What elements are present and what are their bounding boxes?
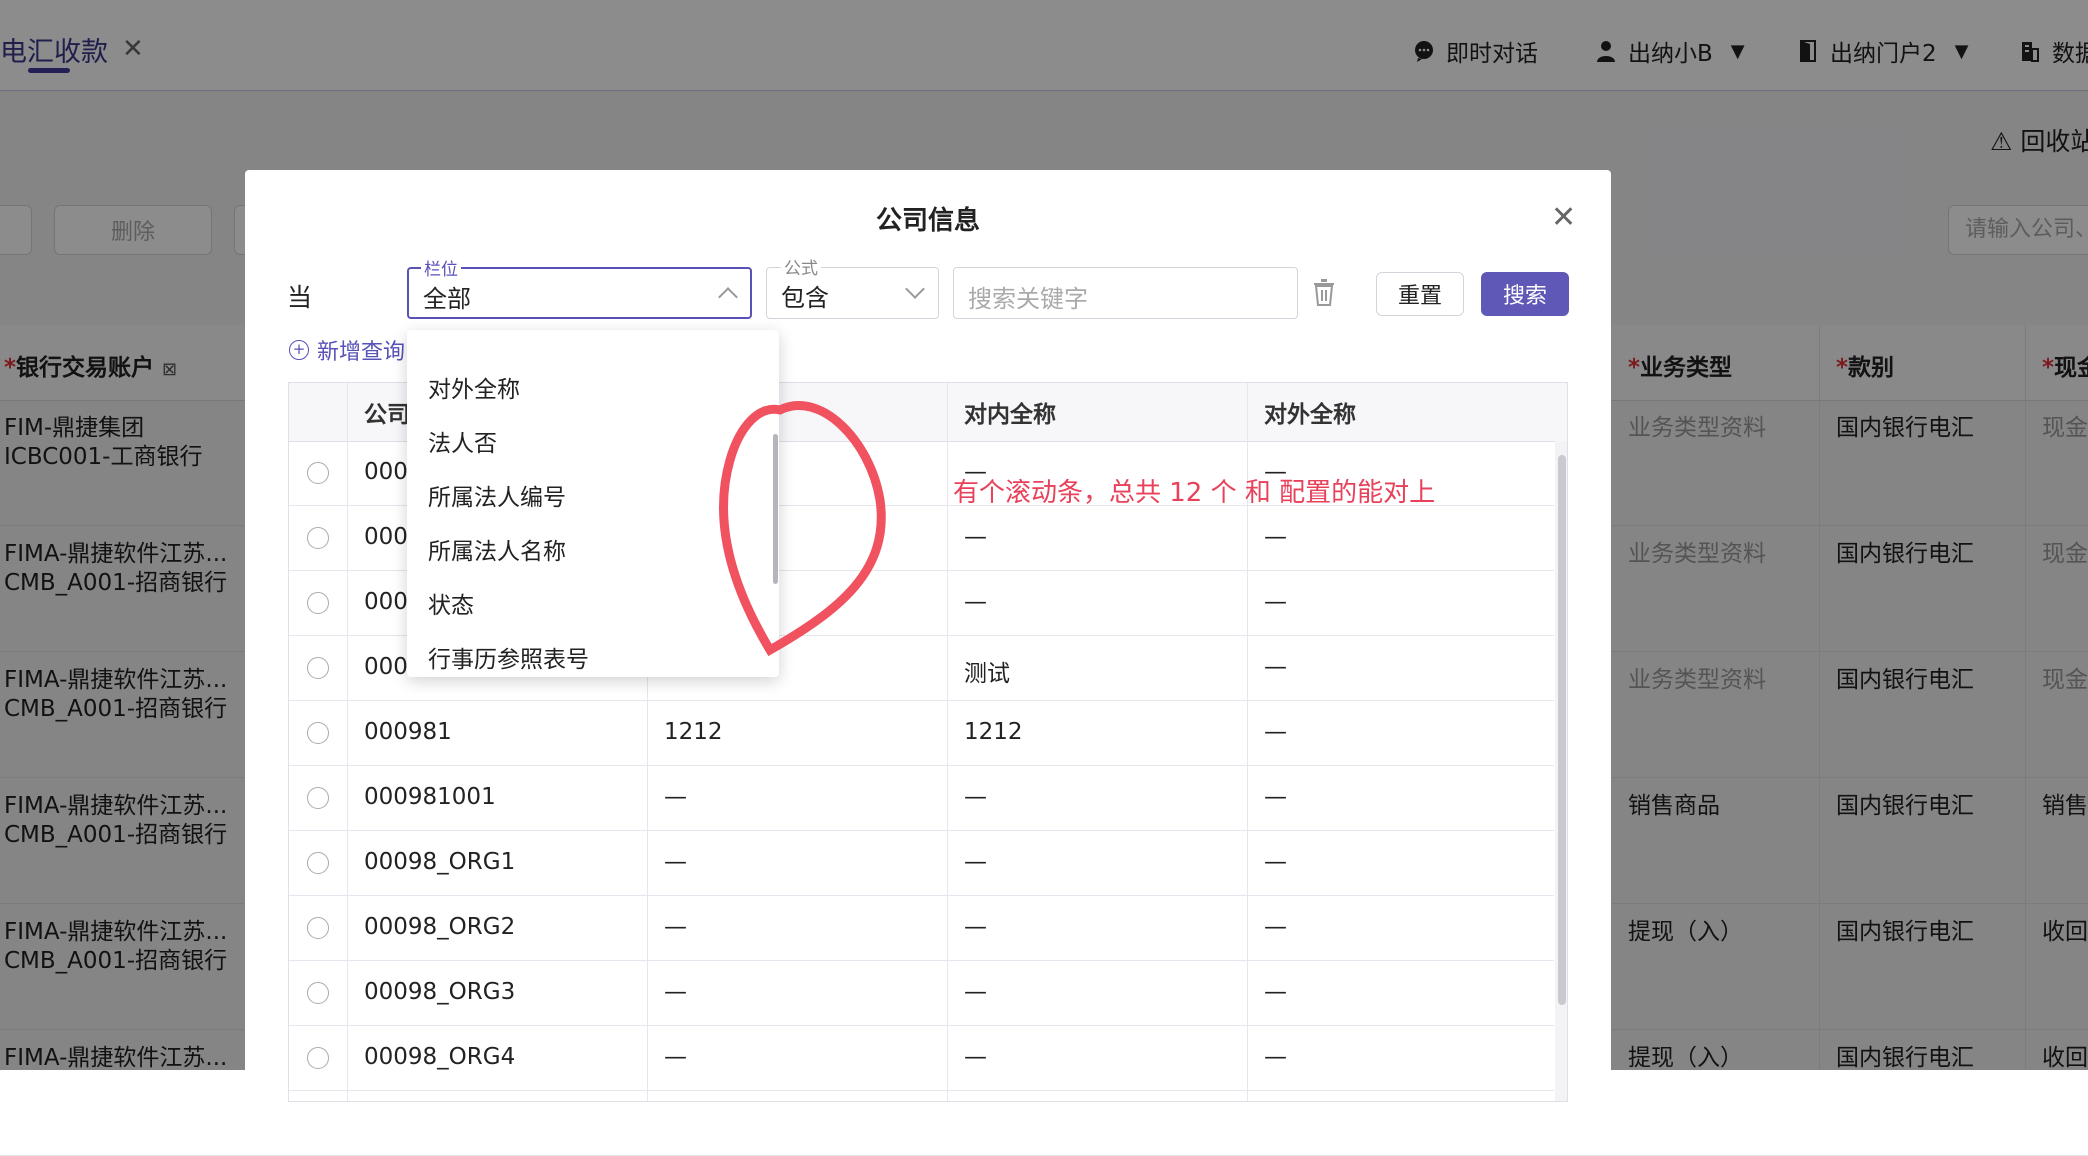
row-radio[interactable] [307,787,329,809]
row-radio[interactable] [307,592,329,614]
table-cell: — [964,784,987,810]
table-cell: 00098_ORG3 [364,979,516,1005]
table-cell: — [1264,589,1287,615]
table-row[interactable]: 00098_ORG3 — — — [289,961,1554,1026]
row-radio[interactable] [307,462,329,484]
formula-select[interactable]: 公式 包含 [766,254,939,319]
modal-title: 公司信息 [875,206,980,236]
col-company: 公司 [364,402,410,428]
table-cell: — [664,914,687,940]
table-cell: — [964,589,987,615]
table-scrollbar-thumb[interactable] [1558,455,1566,1005]
table-cell: — [1264,524,1287,550]
chevron-up-icon [718,287,738,307]
search-button[interactable]: 搜索 [1481,272,1569,316]
row-radio[interactable] [307,1047,329,1069]
add-query-label: 新增查询 [317,340,406,365]
field-select[interactable]: 栏位 全部 [407,255,752,319]
annotation-text: 有个滚动条，总共 12 个 和 配置的能对上 [953,478,1436,508]
row-radio[interactable] [307,527,329,549]
table-cell: — [964,979,987,1005]
table-cell: — [964,524,987,550]
trash-icon[interactable] [1312,278,1336,306]
row-radio[interactable] [307,917,329,939]
table-cell: 000981 [364,719,452,745]
formula-select-value: 包含 [781,284,829,312]
when-label: 当 [287,283,313,312]
dropdown-option[interactable]: 法人否 [428,424,497,458]
keyword-input[interactable]: 搜索关键字 [953,267,1298,319]
table-cell: — [1264,654,1287,680]
table-cell: — [664,979,687,1005]
table-cell: — [1264,914,1287,940]
dropdown-option[interactable]: 行事历参照表号 [428,640,589,674]
table-cell: 测试 [964,661,1010,687]
reset-button[interactable]: 重置 [1376,272,1464,316]
table-cell: — [964,849,987,875]
table-cell: — [1264,979,1287,1005]
table-cell: 1212 [964,719,1023,745]
table-row[interactable]: 00098_ORG1 — — — [289,831,1554,896]
col-external-name: 对外全称 [1264,402,1356,428]
table-row[interactable]: 00098_ORG2 — — — [289,896,1554,961]
table-cell: 1212 [664,719,723,745]
red-circle-annotation [719,401,886,657]
table-row[interactable]: 00098_ORG4 — — — [289,1026,1554,1091]
table-cell: — [1264,1044,1287,1070]
table-cell: 00098_ORG4 [364,1044,516,1070]
table-cell: 000981001 [364,784,496,810]
table-cell: — [1264,719,1287,745]
table-cell: — [964,1044,987,1070]
keyword-placeholder: 搜索关键字 [968,285,1088,313]
table-row[interactable]: 000981 1212 1212 — [289,701,1554,766]
dropdown-option[interactable]: 状态 [428,586,474,620]
row-radio[interactable] [307,982,329,1004]
col-internal-name: 对内全称 [964,402,1056,428]
table-row[interactable]: 000981001 — — — [289,766,1554,831]
row-radio[interactable] [307,722,329,744]
table-cell: — [664,1044,687,1070]
table-cell: — [664,849,687,875]
add-query-button[interactable]: + 新增查询 [289,334,405,366]
row-radio[interactable] [307,852,329,874]
table-cell: — [1264,849,1287,875]
dropdown-option[interactable]: 所属法人名称 [428,532,566,566]
formula-select-legend: 公式 [781,254,821,279]
modal-close-icon[interactable]: ✕ [1551,200,1576,235]
plus-circle-icon: + [289,340,309,360]
dropdown-option[interactable]: 所属法人编号 [428,478,566,512]
field-select-value: 全部 [423,285,471,313]
table-cell: — [664,784,687,810]
chevron-down-icon [905,279,925,299]
table-cell: — [964,914,987,940]
table-cell: 00098_ORG2 [364,914,516,940]
table-cell: — [1264,784,1287,810]
table-cell: 00098_ORG1 [364,849,516,875]
row-radio[interactable] [307,657,329,679]
dropdown-option[interactable]: 对外全称 [428,370,520,404]
field-select-legend: 栏位 [421,255,461,280]
